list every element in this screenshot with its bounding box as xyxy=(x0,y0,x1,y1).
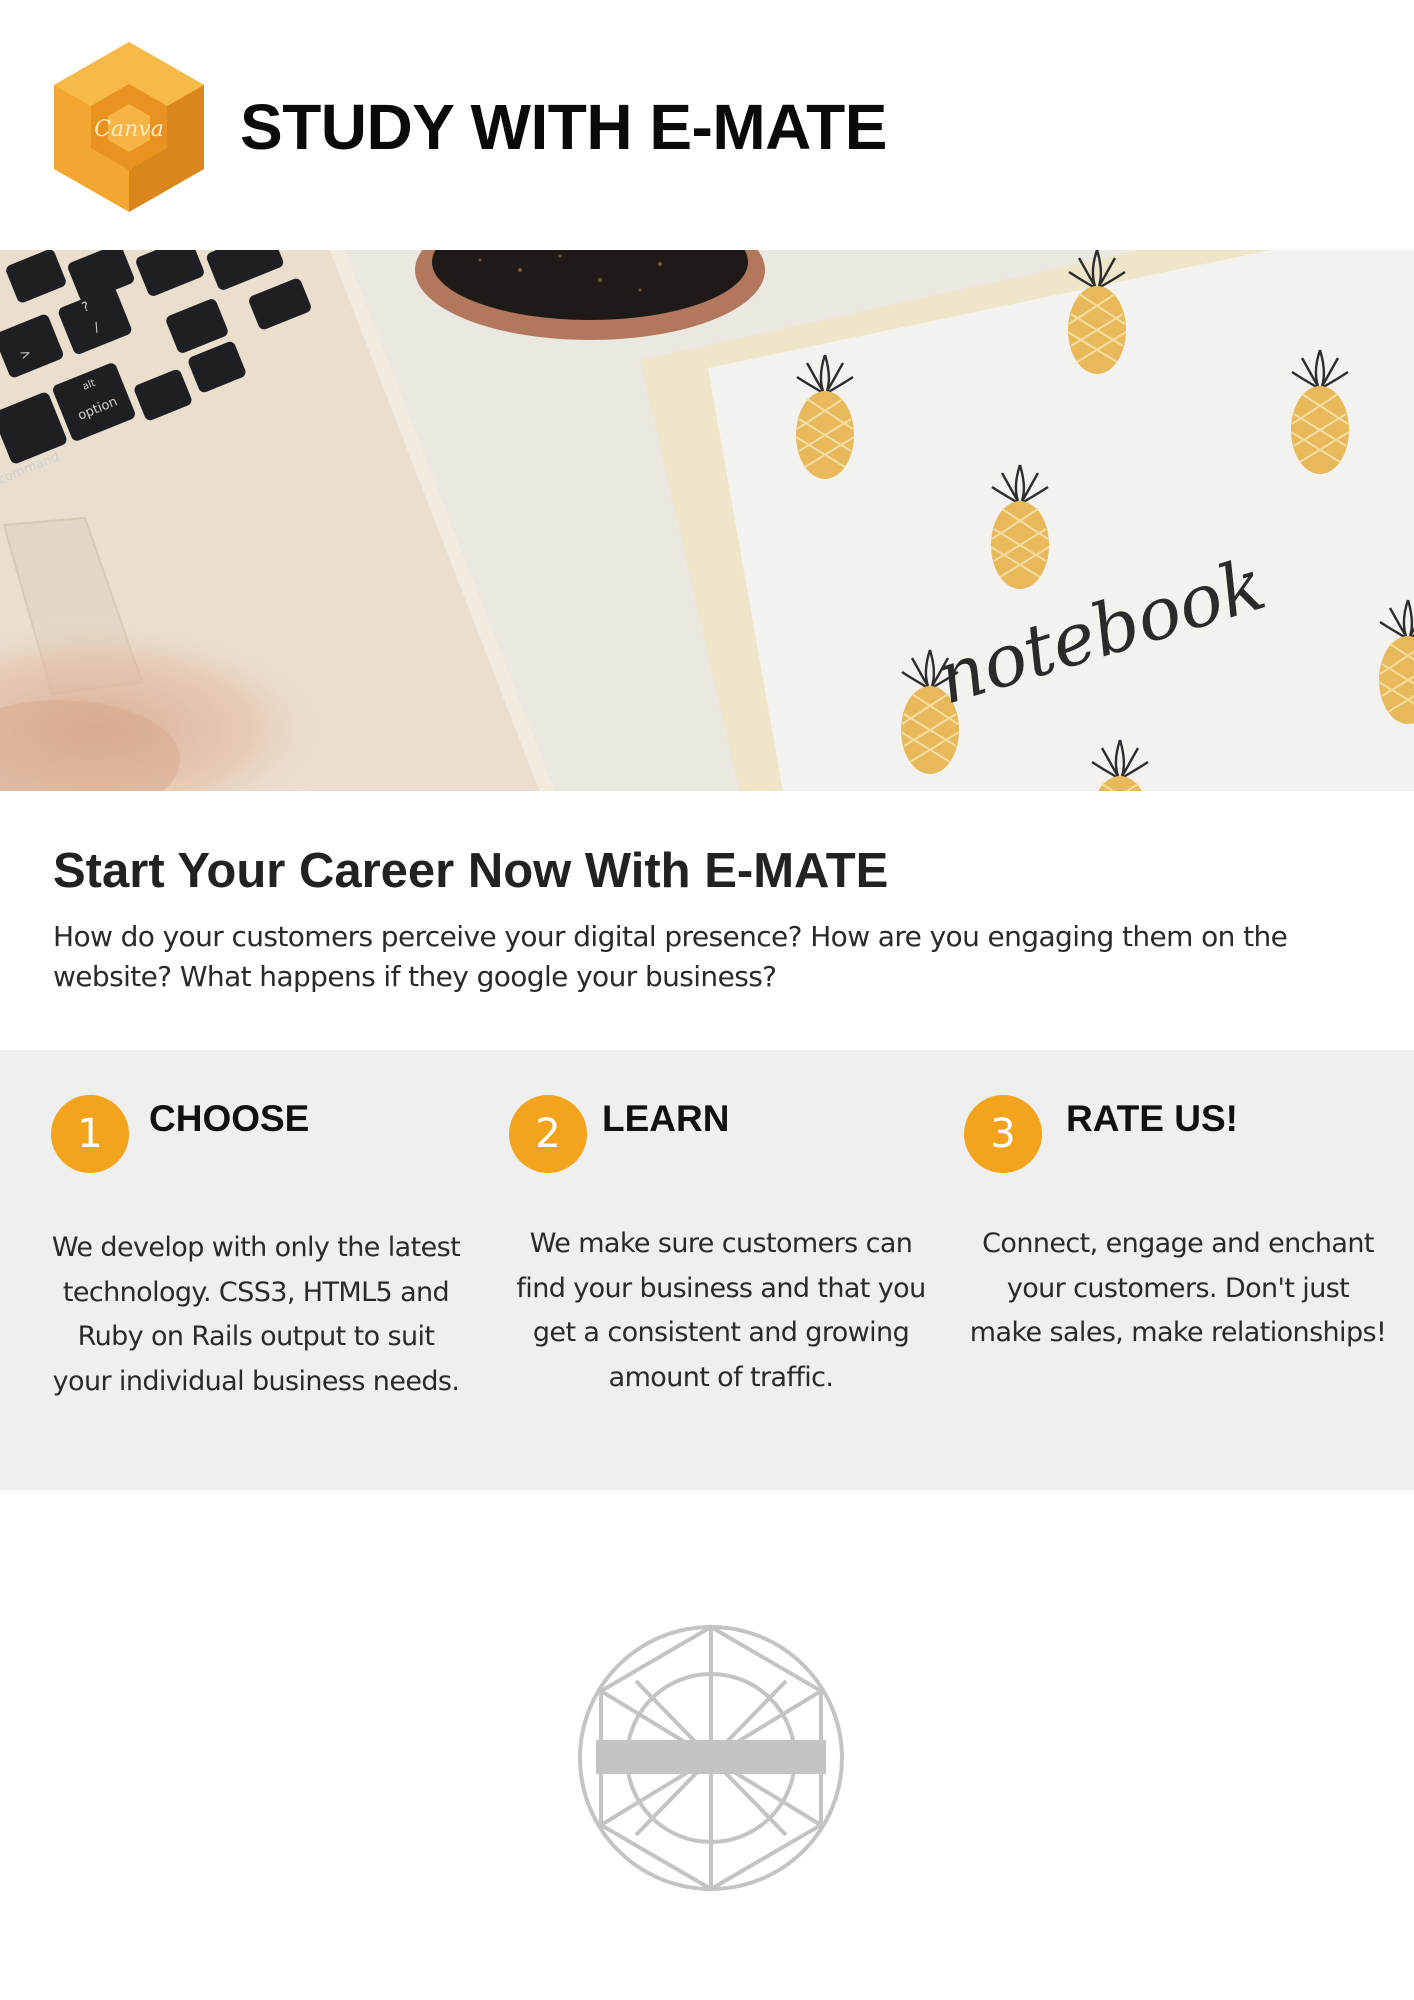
footer-emblem-icon xyxy=(576,1623,846,1893)
step-3-description: Connect, engage and enchant your custome… xyxy=(969,1228,1387,1348)
step-2-description: We make sure customers can find your bus… xyxy=(516,1228,926,1393)
hero-image: ? / > alt option command notebook xyxy=(0,250,1414,791)
step-1-badge: 1 xyxy=(51,1095,129,1173)
header: Canva STUDY WITH E-MATE xyxy=(0,0,1414,250)
step-3-badge: 3 xyxy=(964,1095,1042,1173)
intro-body: How do your customers perceive your digi… xyxy=(53,919,1288,993)
intro-section: Start Your Career Now With E-MATE How do… xyxy=(53,844,1373,997)
step-1-description: We develop with only the latest technolo… xyxy=(51,1232,461,1397)
step-2-title: LEARN xyxy=(602,1098,730,1139)
brand-title: STUDY WITH E-MATE xyxy=(240,91,887,163)
step-3-title: RATE US! xyxy=(1066,1098,1238,1139)
step-1-title: CHOOSE xyxy=(149,1098,310,1139)
logo-text: Canva xyxy=(94,117,164,142)
step-2-badge: 2 xyxy=(509,1095,587,1173)
intro-heading: Start Your Career Now With E-MATE xyxy=(53,844,889,898)
steps-section: 1 CHOOSE We develop with only the latest… xyxy=(0,1050,1414,1490)
canva-logo: Canva xyxy=(52,40,206,214)
